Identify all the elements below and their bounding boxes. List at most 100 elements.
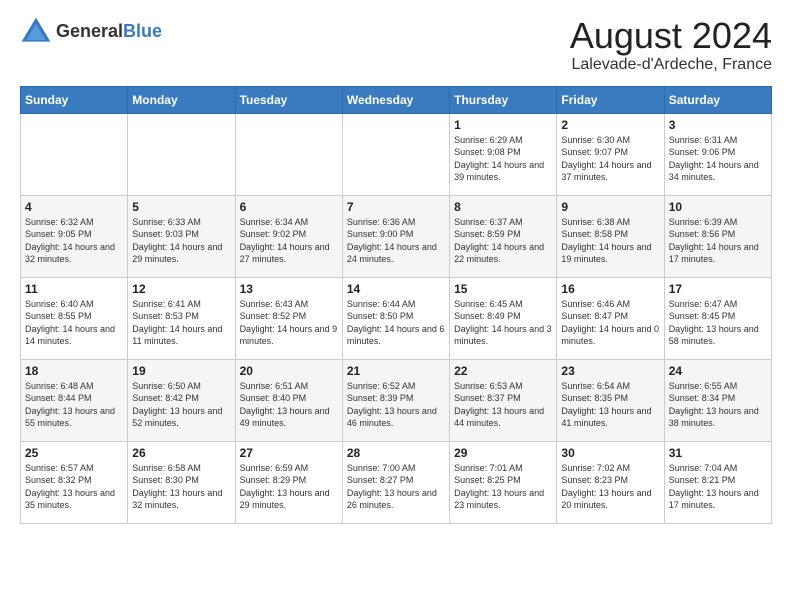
month-year: August 2024 — [570, 16, 772, 56]
title-block: August 2024 Lalevade-d'Ardeche, France — [570, 16, 772, 74]
calendar-cell-w4-d3: 21 Sunrise: 6:52 AM Sunset: 8:39 PM Dayli… — [342, 359, 449, 441]
col-tuesday: Tuesday — [235, 86, 342, 113]
day-number: 26 — [132, 446, 230, 460]
day-info: Sunrise: 6:58 AM Sunset: 8:30 PM Dayligh… — [132, 462, 230, 512]
col-sunday: Sunday — [21, 86, 128, 113]
day-number: 8 — [454, 200, 552, 214]
calendar-cell-w4-d1: 19 Sunrise: 6:50 AM Sunset: 8:42 PM Dayli… — [128, 359, 235, 441]
day-info: Sunrise: 6:38 AM Sunset: 8:58 PM Dayligh… — [561, 216, 659, 266]
day-number: 25 — [25, 446, 123, 460]
day-number: 19 — [132, 364, 230, 378]
calendar-cell-w2-d5: 9Sunrise: 6:38 AM Sunset: 8:58 PM Daylig… — [557, 195, 664, 277]
day-number: 1 — [454, 118, 552, 132]
calendar-cell-w5-d2: 27Sunrise: 6:59 AM Sunset: 8:29 PM Dayli… — [235, 441, 342, 523]
calendar-cell-w3-d0: 11Sunrise: 6:40 AM Sunset: 8:55 PM Dayli… — [21, 277, 128, 359]
day-info: Sunrise: 6:33 AM Sunset: 9:03 PM Dayligh… — [132, 216, 230, 266]
day-info: Sunrise: 6:50 AM Sunset: 8:42 PM Dayligh… — [132, 380, 230, 430]
day-number: 18 — [25, 364, 123, 378]
day-number: 2 — [561, 118, 659, 132]
day-info: Sunrise: 6:52 AM Sunset: 8:39 PM Dayligh… — [347, 380, 445, 430]
day-info: Sunrise: 6:51 AM Sunset: 8:40 PM Dayligh… — [240, 380, 338, 430]
day-info: Sunrise: 6:43 AM Sunset: 8:52 PM Dayligh… — [240, 298, 338, 348]
col-friday: Friday — [557, 86, 664, 113]
day-number: 31 — [669, 446, 767, 460]
calendar-cell-w2-d4: 8Sunrise: 6:37 AM Sunset: 8:59 PM Daylig… — [450, 195, 557, 277]
calendar-cell-w1-d0 — [21, 113, 128, 195]
calendar-cell-w5-d0: 25 Sunrise: 6:57 AM Sunset: 8:32 PM Dayli… — [21, 441, 128, 523]
logo: GeneralBlue — [20, 16, 162, 48]
calendar-header-row: Sunday Monday Tuesday Wednesday Thursday… — [21, 86, 772, 113]
day-info: Sunrise: 6:54 AM Sunset: 8:35 PM Dayligh… — [561, 380, 659, 430]
col-thursday: Thursday — [450, 86, 557, 113]
calendar-cell-w3-d1: 12 Sunrise: 6:41 AM Sunset: 8:53 PM Dayli… — [128, 277, 235, 359]
calendar-cell-w2-d2: 6 Sunrise: 6:34 AM Sunset: 9:02 PM Daylig… — [235, 195, 342, 277]
day-info: Sunrise: 6:30 AM Sunset: 9:07 PM Dayligh… — [561, 134, 659, 184]
day-info: Sunrise: 6:57 AM Sunset: 8:32 PM Dayligh… — [25, 462, 123, 512]
header: GeneralBlue August 2024 Lalevade-d'Ardec… — [20, 16, 772, 74]
location: Lalevade-d'Ardeche, France — [570, 56, 772, 74]
day-info: Sunrise: 6:36 AM Sunset: 9:00 PM Dayligh… — [347, 216, 445, 266]
day-info: Sunrise: 6:55 AM Sunset: 8:34 PM Dayligh… — [669, 380, 767, 430]
calendar-cell-w1-d1 — [128, 113, 235, 195]
calendar-cell-w5-d1: 26 Sunrise: 6:58 AM Sunset: 8:30 PM Dayli… — [128, 441, 235, 523]
day-number: 21 — [347, 364, 445, 378]
day-info: Sunrise: 6:48 AM Sunset: 8:44 PM Dayligh… — [25, 380, 123, 430]
day-info: Sunrise: 6:34 AM Sunset: 9:02 PM Dayligh… — [240, 216, 338, 266]
day-info: Sunrise: 6:29 AM Sunset: 9:08 PM Dayligh… — [454, 134, 552, 184]
day-number: 13 — [240, 282, 338, 296]
day-number: 20 — [240, 364, 338, 378]
day-number: 6 — [240, 200, 338, 214]
calendar-week-5: 25 Sunrise: 6:57 AM Sunset: 8:32 PM Dayli… — [21, 441, 772, 523]
logo-text: GeneralBlue — [56, 21, 162, 43]
calendar-cell-w4-d0: 18 Sunrise: 6:48 AM Sunset: 8:44 PM Dayli… — [21, 359, 128, 441]
day-info: Sunrise: 6:41 AM Sunset: 8:53 PM Dayligh… — [132, 298, 230, 348]
day-number: 3 — [669, 118, 767, 132]
col-saturday: Saturday — [664, 86, 771, 113]
calendar-cell-w1-d2 — [235, 113, 342, 195]
logo-icon — [20, 16, 52, 48]
day-info: Sunrise: 7:04 AM Sunset: 8:21 PM Dayligh… — [669, 462, 767, 512]
day-number: 4 — [25, 200, 123, 214]
day-number: 10 — [669, 200, 767, 214]
calendar-week-3: 11Sunrise: 6:40 AM Sunset: 8:55 PM Dayli… — [21, 277, 772, 359]
calendar-cell-w2-d6: 10 Sunrise: 6:39 AM Sunset: 8:56 PM Dayli… — [664, 195, 771, 277]
day-number: 16 — [561, 282, 659, 296]
calendar-cell-w5-d6: 31 Sunrise: 7:04 AM Sunset: 8:21 PM Dayli… — [664, 441, 771, 523]
day-info: Sunrise: 6:46 AM Sunset: 8:47 PM Dayligh… — [561, 298, 659, 348]
day-info: Sunrise: 6:47 AM Sunset: 8:45 PM Dayligh… — [669, 298, 767, 348]
calendar-cell-w3-d6: 17Sunrise: 6:47 AM Sunset: 8:45 PM Dayli… — [664, 277, 771, 359]
day-info: Sunrise: 6:45 AM Sunset: 8:49 PM Dayligh… — [454, 298, 552, 348]
calendar-cell-w5-d5: 30Sunrise: 7:02 AM Sunset: 8:23 PM Dayli… — [557, 441, 664, 523]
day-number: 14 — [347, 282, 445, 296]
calendar-cell-w4-d4: 22Sunrise: 6:53 AM Sunset: 8:37 PM Dayli… — [450, 359, 557, 441]
calendar-cell-w3-d2: 13 Sunrise: 6:43 AM Sunset: 8:52 PM Dayli… — [235, 277, 342, 359]
day-number: 12 — [132, 282, 230, 296]
calendar-cell-w3-d5: 16 Sunrise: 6:46 AM Sunset: 8:47 PM Dayli… — [557, 277, 664, 359]
calendar-cell-w5-d4: 29Sunrise: 7:01 AM Sunset: 8:25 PM Dayli… — [450, 441, 557, 523]
calendar-cell-w3-d3: 14Sunrise: 6:44 AM Sunset: 8:50 PM Dayli… — [342, 277, 449, 359]
day-info: Sunrise: 6:32 AM Sunset: 9:05 PM Dayligh… — [25, 216, 123, 266]
col-wednesday: Wednesday — [342, 86, 449, 113]
day-info: Sunrise: 6:39 AM Sunset: 8:56 PM Dayligh… — [669, 216, 767, 266]
day-number: 29 — [454, 446, 552, 460]
day-number: 28 — [347, 446, 445, 460]
logo-blue-text: Blue — [123, 21, 162, 41]
day-info: Sunrise: 7:00 AM Sunset: 8:27 PM Dayligh… — [347, 462, 445, 512]
calendar-cell-w2-d0: 4 Sunrise: 6:32 AM Sunset: 9:05 PM Daylig… — [21, 195, 128, 277]
day-number: 11 — [25, 282, 123, 296]
page: GeneralBlue August 2024 Lalevade-d'Ardec… — [0, 0, 792, 540]
day-info: Sunrise: 6:59 AM Sunset: 8:29 PM Dayligh… — [240, 462, 338, 512]
day-info: Sunrise: 6:53 AM Sunset: 8:37 PM Dayligh… — [454, 380, 552, 430]
calendar-cell-w1-d4: 1 Sunrise: 6:29 AM Sunset: 9:08 PM Daylig… — [450, 113, 557, 195]
calendar-cell-w1-d5: 2 Sunrise: 6:30 AM Sunset: 9:07 PM Daylig… — [557, 113, 664, 195]
calendar-cell-w4-d6: 24 Sunrise: 6:55 AM Sunset: 8:34 PM Dayli… — [664, 359, 771, 441]
calendar-week-2: 4 Sunrise: 6:32 AM Sunset: 9:05 PM Daylig… — [21, 195, 772, 277]
calendar-cell-w1-d3 — [342, 113, 449, 195]
day-info: Sunrise: 7:02 AM Sunset: 8:23 PM Dayligh… — [561, 462, 659, 512]
day-number: 5 — [132, 200, 230, 214]
calendar-cell-w3-d4: 15Sunrise: 6:45 AM Sunset: 8:49 PM Dayli… — [450, 277, 557, 359]
logo-general-text: General — [56, 21, 123, 41]
calendar-cell-w2-d3: 7Sunrise: 6:36 AM Sunset: 9:00 PM Daylig… — [342, 195, 449, 277]
calendar-cell-w2-d1: 5 Sunrise: 6:33 AM Sunset: 9:03 PM Daylig… — [128, 195, 235, 277]
day-number: 24 — [669, 364, 767, 378]
